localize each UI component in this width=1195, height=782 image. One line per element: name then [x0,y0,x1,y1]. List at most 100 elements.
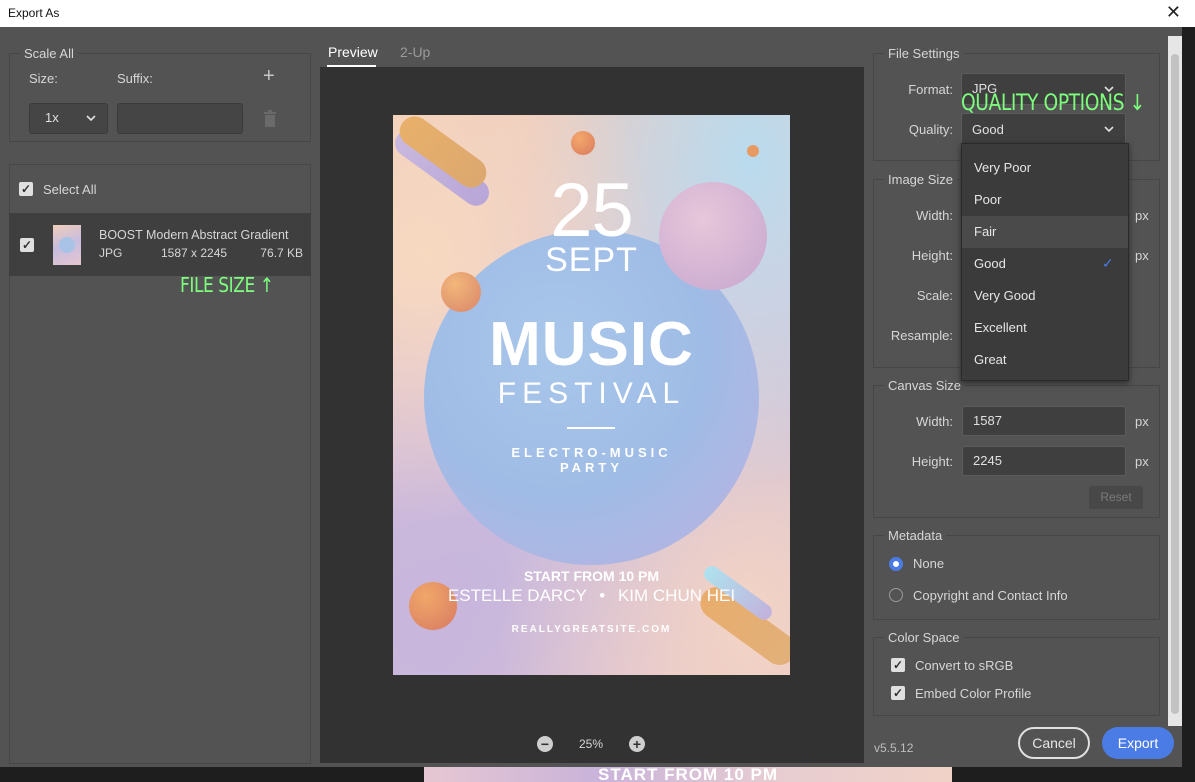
file-name: BOOST Modern Abstract Gradient [99,228,289,242]
poster-title: MUSIC [489,310,694,379]
color-space-group: Color Space [873,630,1160,716]
chevron-down-icon [86,115,96,122]
quality-option-label: Poor [974,192,1002,207]
resample-label: Resample: [890,328,953,343]
quality-dropdown: Very Poor Poor Fair Good ✓ Very Good Exc… [961,143,1129,381]
add-scale-icon[interactable]: + [263,65,275,88]
scale-all-legend: Scale All [24,46,74,61]
export-button[interactable]: Export [1102,727,1174,759]
select-all-label: Select All [43,182,97,197]
canvas-width-unit: px [1135,414,1149,429]
export-dialog: Scale All Size: Suffix: + 1x ✓ Select Al… [0,27,1182,767]
tab-2up[interactable]: 2-Up [400,44,430,60]
up-arrow-icon: ↑ [259,273,274,297]
suffix-input[interactable] [117,103,243,134]
file-checkbox[interactable]: ✓ [20,238,34,252]
file-row[interactable]: ✓ BOOST Modern Abstract Gradient JPG 158… [9,213,311,276]
image-size-legend: Image Size [888,172,954,187]
quality-label: Quality: [908,122,953,137]
trash-icon[interactable] [263,110,277,127]
quality-option-label: Great [974,352,1007,367]
embed-profile-checkbox[interactable]: ✓ [891,686,905,700]
poster-artist-1: ESTELLE DARCY [447,586,587,605]
canvas-width-input[interactable]: 1587 [962,406,1126,436]
quality-option-good[interactable]: Good ✓ [962,248,1128,280]
poster-artists: ESTELLE DARCY • KIM CHUN HEI [393,586,790,606]
poster-divider [567,427,615,429]
quality-option-label: Excellent [974,320,1027,335]
file-size: 76.7 KB [260,246,303,260]
orange-dot-tiny [747,145,759,157]
metadata-none-radio[interactable] [889,557,903,571]
zoom-level: 25% [579,737,604,751]
quality-option-label: Very Good [974,288,1036,303]
title-bar: Export As ✕ [0,0,1195,27]
zoom-out-icon[interactable]: − [537,736,553,752]
quality-option-great[interactable]: Great [962,344,1128,376]
background-document: START FROM 10 PM [0,767,1195,782]
quality-option-very-good[interactable]: Very Good [962,280,1128,312]
file-size-annotation-text: FILE SIZE [180,273,255,297]
settings-scrollbar[interactable] [1168,36,1182,726]
tab-preview[interactable]: Preview [328,44,378,60]
color-space-legend: Color Space [888,630,960,645]
reset-button[interactable]: Reset [1089,486,1143,509]
quality-option-excellent[interactable]: Excellent [962,312,1128,344]
orange-dot-top [571,131,595,155]
canvas-height-unit: px [1135,454,1149,469]
preview-area[interactable]: 25 SEPT MUSIC FESTIVAL ELECTRO-MUSIC PAR… [320,67,864,763]
quality-annotation-text: QUALITY OPTIONS [961,91,1125,116]
suffix-label: Suffix: [117,71,153,86]
poster-start: START FROM 10 PM [523,568,660,584]
check-icon: ✓ [1102,255,1114,271]
zoom-in-icon[interactable]: + [629,736,645,752]
scale-label: Scale: [916,288,953,303]
poster-tagline-1: ELECTRO-MUSIC [511,445,672,460]
thumbnail-circle [59,237,75,253]
image-width-unit: px [1135,208,1149,223]
file-thumbnail [53,225,81,265]
down-arrow-icon: ↓ [1129,91,1146,116]
metadata-legend: Metadata [888,528,943,543]
canvas-height-label: Height: [911,454,953,469]
image-height-label: Height: [911,248,953,263]
quality-option-fair[interactable]: Fair [962,216,1128,248]
quality-option-label: Good [974,256,1006,271]
convert-srgb-label: Convert to sRGB [915,658,1014,673]
file-size-annotation: FILE SIZE ↑ [180,273,274,297]
poster-site: REALLYGREATSITE.COM [511,624,672,635]
quality-option-poor[interactable]: Poor [962,184,1128,216]
size-select-value: 1x [45,110,59,125]
canvas-height-input[interactable]: 2245 [962,446,1126,476]
canvas-size-legend: Canvas Size [888,378,961,393]
quality-option-label: Very Poor [974,160,1032,175]
metadata-none-label: None [913,556,945,571]
version-label: v5.5.12 [874,741,914,755]
file-settings-legend: File Settings [888,46,960,61]
quality-select-value: Good [972,122,1004,137]
image-height-unit: px [1135,248,1149,263]
poster-tagline-2: PARTY [559,460,624,475]
metadata-copyright-radio[interactable] [889,588,903,602]
chevron-down-icon [1104,126,1114,133]
quality-option-very-poor[interactable]: Very Poor [962,152,1128,184]
scrollbar-thumb[interactable] [1171,54,1179,714]
metadata-copyright-label: Copyright and Contact Info [913,588,1068,603]
image-width-label: Width: [916,208,953,223]
size-select[interactable]: 1x [29,103,108,134]
background-poster-text: START FROM 10 PM [424,767,952,782]
quality-options-annotation: QUALITY OPTIONS ↓ [961,91,1145,116]
quality-select[interactable]: Good [961,113,1126,145]
select-all-checkbox[interactable]: ✓ [19,182,33,196]
size-label: Size: [29,71,58,86]
close-icon[interactable]: ✕ [1166,2,1181,23]
cancel-button[interactable]: Cancel [1018,727,1090,759]
poster-month: SEPT [545,241,638,279]
zoom-bar: − 25% + [320,735,864,755]
embed-profile-label: Embed Color Profile [915,686,1032,701]
convert-srgb-checkbox[interactable]: ✓ [891,658,905,672]
metadata-group: Metadata [873,528,1160,620]
file-format: JPG [99,246,123,260]
poster-bullet: • [599,586,606,605]
file-dimensions: 1587 x 2245 [161,246,228,260]
